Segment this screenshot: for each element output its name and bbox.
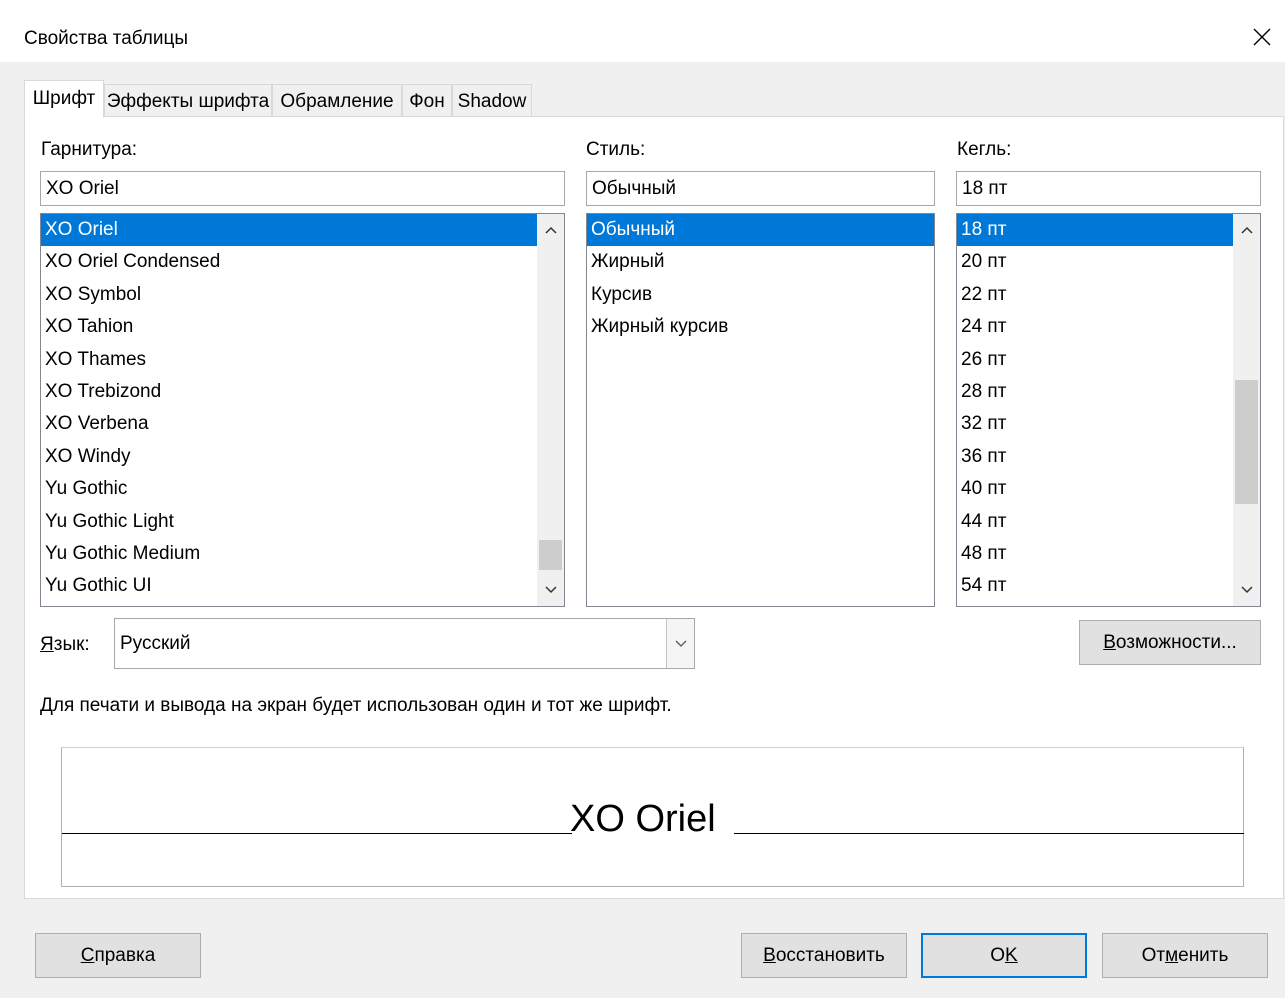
list-item[interactable]: Курсив [587,279,934,311]
list-item[interactable]: Жирный [587,246,934,278]
accelerator-key: В [1103,631,1116,653]
help-button-label: правка [94,944,156,966]
list-item[interactable]: XO Windy [41,441,564,473]
scroll-up-button[interactable] [1233,216,1260,244]
family-label: Гарнитура: [41,139,138,160]
scroll-down-button[interactable] [537,576,564,604]
language-select[interactable]: Русский [114,618,695,669]
tab-label: Обрамление [280,90,394,112]
language-value: Русский [120,632,191,654]
chevron-down-icon [544,586,557,594]
accelerator-key: В [763,944,776,966]
info-text: Для печати и вывода на экран будет испол… [40,695,672,716]
language-label: Язык: [40,634,90,656]
chevron-down-icon [1240,586,1253,594]
features-button-label: озможности... [1115,631,1237,653]
list-item[interactable]: XO Verbena [41,408,564,440]
tab-label: Shadow [457,90,527,112]
tab-label: Фон [409,90,445,112]
dialog-title: Свойства таблицы [24,28,189,49]
tab-font[interactable]: Шрифт [24,80,104,118]
list-item[interactable]: XO Trebizond [41,376,564,408]
list-item[interactable]: Yu Gothic Light [41,506,564,538]
list-item[interactable]: XO Oriel Condensed [41,246,564,278]
scroll-thumb[interactable] [539,540,562,570]
list-item[interactable]: 20 пт [957,246,1260,278]
tab-label: Шрифт [32,88,96,109]
list-item[interactable]: Yu Gothic UI [41,570,564,602]
list-item[interactable]: XO Oriel [41,214,564,247]
scroll-up-button[interactable] [537,216,564,244]
accelerator-key: K [1005,944,1018,966]
font-preview: XO Oriel [61,747,1244,887]
size-input[interactable]: 18 пт [956,171,1261,206]
reset-button-label: осстановить [775,944,885,966]
list-item[interactable]: 44 пт [957,506,1260,538]
features-button[interactable]: Возможности... [1079,620,1261,665]
tab-shadow[interactable]: Shadow [452,84,532,118]
language-dropdown-button[interactable] [666,619,694,668]
list-item[interactable]: 18 пт [957,214,1260,247]
size-label: Кегль: [957,139,1012,160]
chevron-down-icon [675,640,686,647]
list-item[interactable]: Yu Gothic Medium [41,538,564,570]
scroll-thumb[interactable] [1235,380,1258,504]
scroll-down-button[interactable] [1233,576,1260,604]
accelerator-key: С [80,944,95,966]
list-item[interactable]: 26 пт [957,344,1260,376]
style-label: Стиль: [586,139,646,160]
list-item[interactable]: XO Tahion [41,311,564,343]
accelerator-key: м [1165,944,1179,966]
tab-background[interactable]: Фон [402,84,452,118]
preview-baseline-left [62,833,572,834]
tab-label: Эффекты шрифта [106,90,270,112]
tab-borders[interactable]: Обрамление [272,84,402,118]
ok-button-label: O [990,944,1006,966]
language-label-text: зык: [53,634,90,655]
title-bar: Свойства таблицы [0,0,1285,62]
font-tab-panel: Гарнитура: XO Oriel XO Oriel XO Oriel Co… [24,116,1284,899]
style-listbox[interactable]: Обычный Жирный Курсив Жирный курсив [586,213,935,607]
accelerator-key: Я [40,634,54,655]
list-item[interactable]: XO Symbol [41,279,564,311]
preview-text: XO Oriel [570,798,716,840]
preview-baseline-right [734,833,1244,834]
reset-button[interactable]: Восстановить [741,933,907,978]
list-item[interactable]: 48 пт [957,538,1260,570]
list-item[interactable]: XO Thames [41,344,564,376]
family-input[interactable]: XO Oriel [40,171,565,206]
help-button[interactable]: Справка [35,933,201,978]
list-item[interactable]: Жирный курсив [587,311,934,343]
list-item[interactable]: 24 пт [957,311,1260,343]
list-item[interactable]: 36 пт [957,441,1260,473]
list-item[interactable]: 40 пт [957,473,1260,505]
list-item[interactable]: 28 пт [957,376,1260,408]
cancel-button-label: От [1141,944,1166,966]
size-listbox[interactable]: 18 пт 20 пт 22 пт 24 пт 26 пт 28 пт 32 п… [956,213,1261,607]
close-icon [1253,28,1271,46]
chevron-up-icon [1240,226,1253,234]
list-item[interactable]: 54 пт [957,570,1260,602]
close-button[interactable] [1239,14,1285,60]
ok-button[interactable]: OK [921,933,1087,978]
cancel-button[interactable]: От м енить [1102,933,1268,978]
family-scrollbar[interactable] [537,214,564,606]
family-listbox[interactable]: XO Oriel XO Oriel Condensed XO Symbol XO… [40,213,565,607]
list-item[interactable]: 32 пт [957,408,1260,440]
chevron-up-icon [544,226,557,234]
list-item[interactable]: Yu Gothic [41,473,564,505]
tab-font-effects[interactable]: Эффекты шрифта [104,84,272,118]
list-item[interactable]: 22 пт [957,279,1260,311]
size-scrollbar[interactable] [1233,214,1260,606]
list-item[interactable]: Обычный [587,214,934,247]
cancel-button-label-rest: енить [1178,944,1229,966]
style-input[interactable]: Обычный [586,171,935,206]
